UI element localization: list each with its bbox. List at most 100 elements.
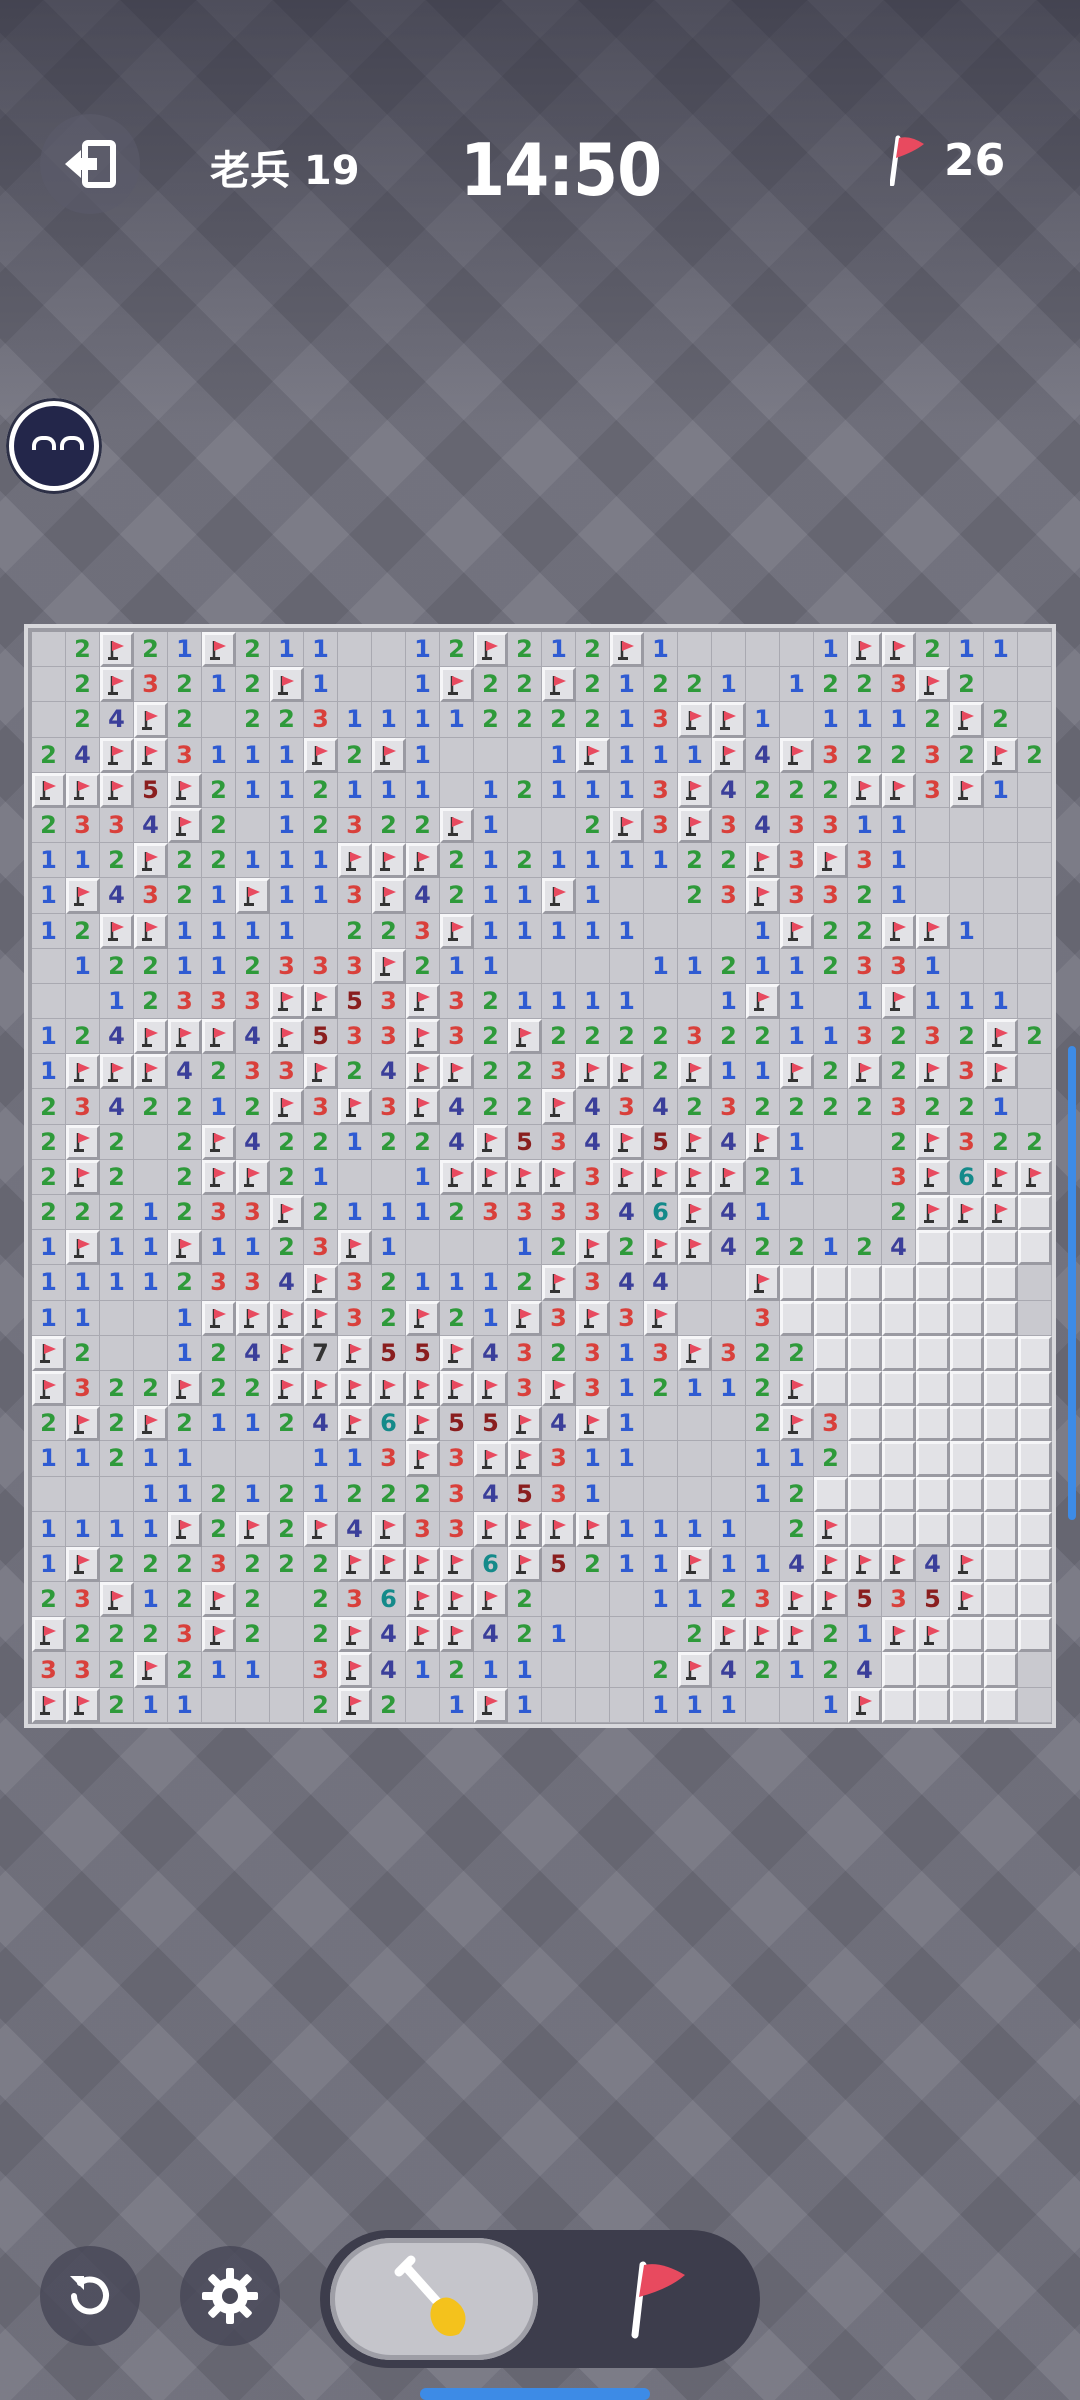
flagged-cell[interactable]: [270, 1019, 304, 1055]
number-cell[interactable]: 1: [848, 702, 882, 738]
flagged-cell[interactable]: [202, 1019, 236, 1055]
number-cell[interactable]: 1: [32, 1019, 66, 1055]
number-cell[interactable]: 2: [474, 1054, 508, 1090]
unrevealed-cell[interactable]: [1018, 1335, 1052, 1371]
number-cell[interactable]: 1: [32, 913, 66, 949]
number-cell[interactable]: 1: [542, 772, 576, 808]
flagged-cell[interactable]: [984, 1054, 1018, 1090]
flagged-cell[interactable]: [984, 1159, 1018, 1195]
flagged-cell[interactable]: [440, 667, 474, 703]
number-cell[interactable]: 2: [168, 1195, 202, 1231]
flagged-cell[interactable]: [474, 1124, 508, 1160]
number-cell[interactable]: 1: [678, 1370, 712, 1407]
number-cell[interactable]: 4: [236, 1335, 270, 1371]
number-cell[interactable]: 4: [610, 1265, 644, 1301]
number-cell[interactable]: 3: [406, 1511, 440, 1547]
empty-cell[interactable]: [508, 948, 542, 984]
number-cell[interactable]: 3: [950, 1054, 984, 1090]
number-cell[interactable]: 2: [508, 843, 542, 879]
empty-cell[interactable]: [814, 1195, 848, 1231]
number-cell[interactable]: 2: [168, 1265, 202, 1301]
flagged-cell[interactable]: [304, 737, 338, 773]
flagged-cell[interactable]: [304, 1511, 338, 1547]
number-cell[interactable]: 4: [644, 1089, 678, 1125]
empty-cell[interactable]: [236, 1687, 270, 1723]
number-cell[interactable]: 2: [508, 1617, 542, 1653]
flagged-cell[interactable]: [780, 1406, 814, 1442]
empty-cell[interactable]: [576, 1652, 610, 1688]
number-cell[interactable]: 3: [644, 807, 678, 844]
flagged-cell[interactable]: [576, 1511, 610, 1547]
number-cell[interactable]: 1: [542, 737, 576, 773]
number-cell[interactable]: 2: [168, 1546, 202, 1583]
number-cell[interactable]: 3: [576, 1159, 610, 1195]
number-cell[interactable]: 1: [168, 913, 202, 949]
number-cell[interactable]: 2: [32, 1159, 66, 1195]
flagged-cell[interactable]: [508, 1546, 542, 1583]
unrevealed-cell[interactable]: [984, 1617, 1018, 1653]
empty-cell[interactable]: [236, 807, 270, 844]
number-cell[interactable]: 2: [100, 843, 134, 879]
number-cell[interactable]: 3: [338, 1582, 372, 1618]
number-cell[interactable]: 2: [32, 1582, 66, 1618]
number-cell[interactable]: 1: [372, 1230, 406, 1266]
flagged-cell[interactable]: [916, 1195, 950, 1231]
number-cell[interactable]: 3: [644, 772, 678, 808]
number-cell[interactable]: 1: [168, 948, 202, 984]
flagged-cell[interactable]: [678, 1335, 712, 1371]
empty-cell[interactable]: [780, 1195, 814, 1231]
empty-cell[interactable]: [270, 1617, 304, 1653]
empty-cell[interactable]: [1018, 843, 1052, 879]
unrevealed-cell[interactable]: [780, 1300, 814, 1336]
number-cell[interactable]: 2: [508, 702, 542, 738]
empty-cell[interactable]: [372, 632, 406, 668]
flagged-cell[interactable]: [644, 1230, 678, 1266]
number-cell[interactable]: 1: [406, 1265, 440, 1301]
number-cell[interactable]: 2: [372, 913, 406, 949]
unrevealed-cell[interactable]: [916, 1300, 950, 1336]
flagged-cell[interactable]: [440, 1617, 474, 1653]
flagged-cell[interactable]: [882, 632, 916, 668]
flagged-cell[interactable]: [202, 632, 236, 668]
number-cell[interactable]: 1: [950, 913, 984, 949]
number-cell[interactable]: 2: [270, 1159, 304, 1195]
number-cell[interactable]: 2: [32, 1124, 66, 1160]
empty-cell[interactable]: [134, 1124, 168, 1160]
number-cell[interactable]: 6: [474, 1546, 508, 1583]
flagged-cell[interactable]: [372, 737, 406, 773]
empty-cell[interactable]: [1018, 1652, 1052, 1688]
number-cell[interactable]: 2: [236, 1089, 270, 1125]
empty-cell[interactable]: [780, 632, 814, 668]
number-cell[interactable]: 2: [202, 843, 236, 879]
empty-cell[interactable]: [712, 913, 746, 949]
flagged-cell[interactable]: [304, 983, 338, 1020]
number-cell[interactable]: 1: [236, 1406, 270, 1442]
number-cell[interactable]: 4: [746, 807, 780, 844]
number-cell[interactable]: 3: [372, 1441, 406, 1477]
empty-cell[interactable]: [1018, 632, 1052, 668]
number-cell[interactable]: 5: [474, 1406, 508, 1442]
empty-cell[interactable]: [372, 667, 406, 703]
flagged-cell[interactable]: [746, 1617, 780, 1653]
number-cell[interactable]: 3: [576, 1370, 610, 1407]
number-cell[interactable]: 4: [440, 1124, 474, 1160]
number-cell[interactable]: 4: [780, 1546, 814, 1583]
number-cell[interactable]: 2: [270, 1406, 304, 1442]
flagged-cell[interactable]: [848, 1054, 882, 1090]
number-cell[interactable]: 2: [168, 1406, 202, 1442]
flagged-cell[interactable]: [270, 1370, 304, 1407]
number-cell[interactable]: 1: [848, 983, 882, 1020]
flagged-cell[interactable]: [508, 1406, 542, 1442]
number-cell[interactable]: 1: [712, 1054, 746, 1090]
number-cell[interactable]: 1: [746, 1054, 780, 1090]
number-cell[interactable]: 2: [66, 913, 100, 949]
number-cell[interactable]: 2: [950, 1019, 984, 1055]
number-cell[interactable]: 4: [372, 1054, 406, 1090]
number-cell[interactable]: 3: [168, 983, 202, 1020]
number-cell[interactable]: 2: [882, 1019, 916, 1055]
flagged-cell[interactable]: [66, 1159, 100, 1195]
number-cell[interactable]: 3: [202, 1195, 236, 1231]
unrevealed-cell[interactable]: [814, 1476, 848, 1512]
number-cell[interactable]: 2: [168, 667, 202, 703]
number-cell[interactable]: 2: [984, 1124, 1018, 1160]
